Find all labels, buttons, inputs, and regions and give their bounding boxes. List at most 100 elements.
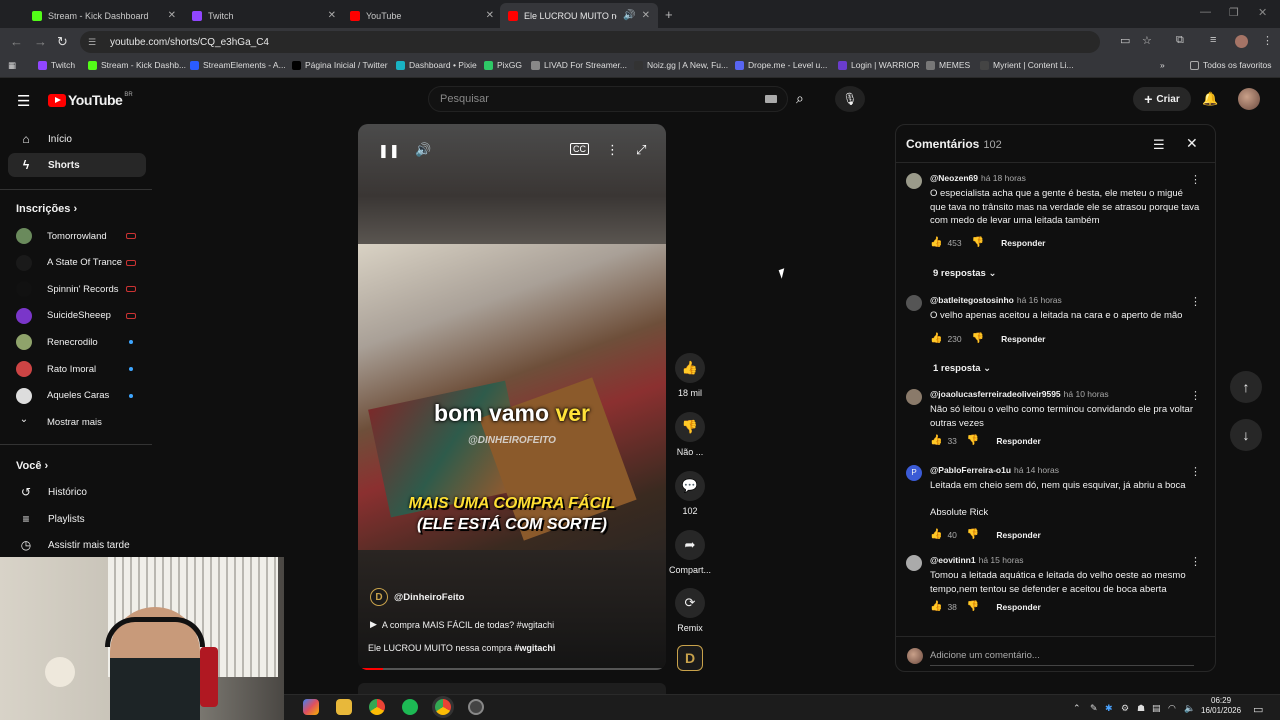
bookmark-item[interactable]: Myrient | Content Li... [980, 60, 1074, 70]
address-bar[interactable]: ☰ youtube.com/shorts/CQ_e3hGa_C4 [80, 31, 1100, 53]
bookmark-item[interactable]: LIVAD For Streamer... [531, 60, 627, 70]
add-comment-input[interactable]: Adicione um comentário... [896, 636, 1215, 671]
comment-author[interactable]: @Neozen69 há 18 horas [930, 173, 1026, 183]
dislike-icon[interactable]: 👎 [967, 601, 979, 612]
commenter-avatar[interactable] [906, 295, 922, 311]
bookmark-item[interactable]: Dashboard • Pixie [396, 60, 477, 70]
bookmark-item[interactable]: Twitch [38, 60, 75, 70]
obs-icon[interactable] [468, 699, 484, 715]
tab-current-short[interactable]: Ele LUCROU MUITO nessa c 🔊 ✕ [500, 3, 658, 28]
captions-icon[interactable]: CC [570, 143, 589, 155]
subscriptions-heading[interactable]: Inscrições › [16, 203, 77, 215]
create-button[interactable]: + Criar [1133, 87, 1191, 111]
dislike-icon[interactable]: 👎 [967, 435, 979, 446]
subscription-item[interactable]: Spinnin' Records [16, 279, 136, 299]
copilot-icon[interactable] [303, 699, 319, 715]
bookmark-item[interactable]: MEMES [926, 60, 970, 70]
view-replies-button[interactable]: 9 respostas ⌄ [933, 268, 996, 279]
comment-author[interactable]: @joaolucasferreiradeoliveir9595 há 10 hor… [930, 389, 1109, 399]
channel-avatar-button[interactable]: D [677, 645, 703, 671]
youtube-logo[interactable]: YouTube BR [48, 92, 133, 108]
comment-menu-icon[interactable]: ⋮ [1190, 295, 1201, 308]
song-link[interactable]: ▶ A compra MAIS FÁCIL de todas? #wgitach… [370, 619, 554, 630]
site-info-icon[interactable]: ☰ [88, 37, 100, 47]
more-bookmarks-icon[interactable]: » [1160, 60, 1165, 70]
like-icon[interactable]: 👍 [930, 529, 942, 540]
search-input[interactable]: Pesquisar [428, 86, 788, 112]
new-tab-button[interactable]: + [665, 7, 673, 22]
cast-icon[interactable]: ▭ [1120, 34, 1130, 47]
notifications-bell-icon[interactable]: 🔔 [1202, 91, 1218, 107]
volume-tray-icon[interactable]: 🔈 [1184, 703, 1195, 714]
tray-app-icon[interactable]: ☗ [1137, 703, 1145, 714]
pause-icon[interactable]: ❚❚ [378, 143, 400, 159]
tab-twitch[interactable]: Twitch ✕ [184, 3, 344, 28]
comment-menu-icon[interactable]: ⋮ [1190, 555, 1201, 568]
forward-icon[interactable]: → [34, 34, 47, 49]
bookmark-item[interactable]: Stream - Kick Dashb... [88, 60, 186, 70]
close-tab-icon[interactable]: ✕ [168, 10, 176, 21]
spotify-icon[interactable] [402, 699, 418, 715]
comments-button[interactable]: 💬 102 [669, 471, 711, 516]
wifi-icon[interactable]: ◠ [1168, 703, 1176, 714]
reload-icon[interactable]: ↻ [57, 34, 68, 50]
all-favorites[interactable]: Todos os favoritos [1190, 60, 1272, 70]
reading-list-icon[interactable]: ≡ [1210, 34, 1216, 46]
subscription-item[interactable]: Rato Imoral [16, 359, 136, 379]
bluetooth-icon[interactable]: ✱ [1105, 703, 1113, 714]
file-explorer-icon[interactable] [336, 699, 352, 715]
reply-button[interactable]: Responder [996, 530, 1040, 540]
close-tab-icon[interactable]: ✕ [642, 10, 650, 21]
sidebar-item-watch-later[interactable]: ◷ Assistir mais tarde [8, 533, 146, 557]
you-heading[interactable]: Você › [16, 460, 48, 472]
subscription-item[interactable]: Renecrodilo [16, 332, 136, 352]
previous-short-button[interactable]: ↑ [1230, 371, 1262, 403]
like-icon[interactable]: 👍 [930, 333, 942, 344]
audio-playing-icon[interactable]: 🔊 [623, 10, 635, 21]
sidebar-item-home[interactable]: ⌂ Início [8, 127, 146, 151]
tray-app-icon[interactable]: ⚙ [1121, 703, 1129, 714]
commenter-avatar[interactable]: P [906, 465, 922, 481]
channel-link[interactable]: D @DinheiroFeito [370, 588, 465, 606]
comment-menu-icon[interactable]: ⋮ [1190, 389, 1201, 402]
subscription-item[interactable]: Tomorrowland [16, 226, 136, 246]
reply-button[interactable]: Responder [1001, 334, 1045, 344]
dislike-icon[interactable]: 👎 [967, 529, 979, 540]
tray-app-icon[interactable]: ✎ [1090, 703, 1098, 714]
chrome-active-icon[interactable] [435, 699, 451, 715]
video-title[interactable]: Ele LUCROU MUITO nessa compra #wgitachi [368, 643, 555, 653]
tab-kick-dashboard[interactable]: Stream - Kick Dashboard ✕ [24, 3, 184, 28]
like-icon[interactable]: 👍 [930, 601, 942, 612]
maximize-window-icon[interactable]: ❐ [1229, 6, 1239, 19]
apps-icon[interactable]: ▦ [8, 60, 16, 71]
view-replies-button[interactable]: 1 resposta ⌄ [933, 363, 991, 374]
comment-menu-icon[interactable]: ⋮ [1190, 173, 1201, 186]
commenter-avatar[interactable] [906, 173, 922, 189]
fullscreen-icon[interactable]: ⤢ [636, 142, 646, 158]
comment-author[interactable]: @PabloFerreira-o1u há 14 horas [930, 465, 1059, 475]
avatar[interactable] [1238, 88, 1260, 110]
commenter-avatar[interactable] [906, 555, 922, 571]
sidebar-item-history[interactable]: ↺ Histórico [8, 480, 146, 504]
commenter-avatar[interactable] [906, 389, 922, 405]
close-window-icon[interactable]: ✕ [1258, 6, 1267, 19]
like-icon[interactable]: 👍 [930, 237, 942, 248]
reply-button[interactable]: Responder [996, 436, 1040, 446]
comment-author[interactable]: @eovitinn1 há 15 horas [930, 555, 1024, 565]
reply-button[interactable]: Responder [1001, 238, 1045, 248]
search-icon[interactable]: ⌕ [796, 90, 804, 107]
share-button[interactable]: ➦ Compart... [669, 530, 711, 575]
reply-button[interactable]: Responder [996, 602, 1040, 612]
comment-menu-icon[interactable]: ⋮ [1190, 465, 1201, 478]
notifications-icon[interactable]: ▭ [1253, 703, 1263, 716]
bookmark-item[interactable]: StreamElements - A... [190, 60, 286, 70]
profile-avatar[interactable] [1235, 35, 1248, 48]
like-icon[interactable]: 👍 [930, 435, 942, 446]
subscription-item[interactable]: SuicideSheeep [16, 306, 136, 326]
sidebar-item-shorts[interactable]: ϟ Shorts [8, 153, 146, 177]
sort-comments-icon[interactable]: ☰ [1153, 137, 1165, 153]
bookmark-item[interactable]: Página Inicial / Twitter [292, 60, 388, 70]
close-tab-icon[interactable]: ✕ [328, 10, 336, 21]
like-button[interactable]: 👍 18 mil [669, 353, 711, 398]
more-options-icon[interactable]: ⋮ [606, 142, 619, 158]
